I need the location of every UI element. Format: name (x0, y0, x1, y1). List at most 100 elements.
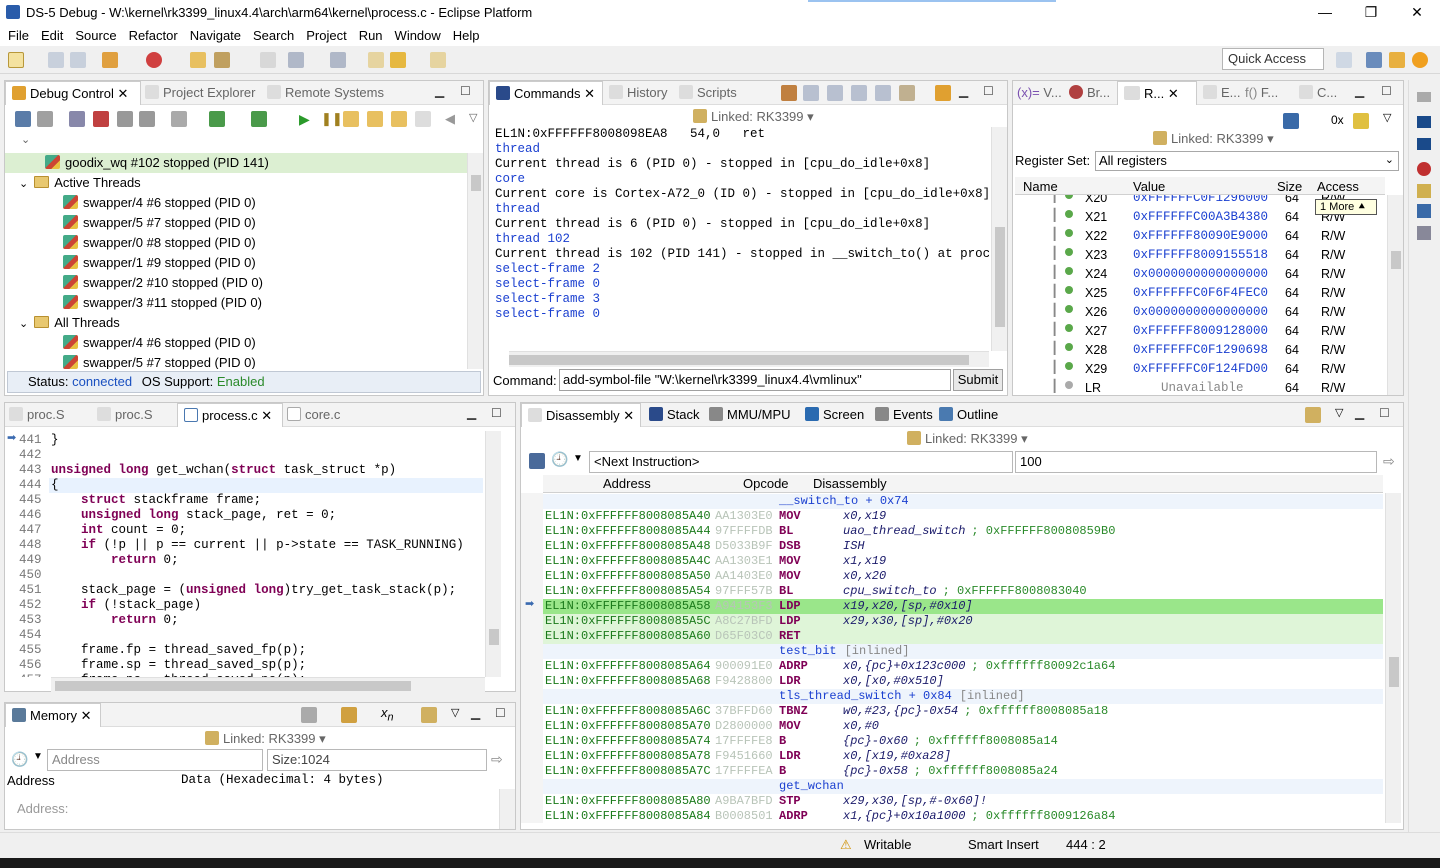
refresh-icon[interactable] (251, 111, 267, 127)
maximize-icon[interactable]: ☐ (1381, 84, 1392, 98)
tab-mmu[interactable]: MMU/MPU (709, 403, 791, 427)
minimize-icon[interactable]: ▁ (1355, 84, 1364, 98)
chevron-down-icon[interactable]: ▼ (573, 453, 583, 464)
tree-item[interactable]: swapper/5 #7 stopped (PID 0) (5, 353, 467, 369)
tab-core-c[interactable]: core.c (287, 403, 340, 427)
go-arrow-icon[interactable]: ⇨ (1383, 453, 1395, 470)
menu-project[interactable]: Project (300, 28, 352, 43)
connect-run-icon[interactable] (209, 111, 225, 127)
view-menu-icon[interactable]: ▽ (469, 111, 477, 124)
register-row[interactable]: ┃ X23 0xFFFFFF8009155518 64 R/W (1015, 246, 1385, 265)
disassembly-row[interactable]: EL1N:0xFFFFFF8008085A50 AA1403E0 MOV x0,x20 (543, 569, 1383, 584)
menu-navigate[interactable]: Navigate (184, 28, 247, 43)
tab-registers[interactable]: R... ✕ (1117, 81, 1197, 105)
tool-icon[interactable] (214, 52, 230, 68)
linked-label[interactable]: Linked: RK3399 ▾ (1153, 131, 1274, 147)
disassembly-row[interactable]: EL1N:0xFFFFFF8008085A68 F9428800 LDR x0,[x0… (543, 674, 1383, 689)
register-row[interactable]: ┃ LR Unavailable 64 R/W (1015, 379, 1385, 395)
open-perspective-icon[interactable] (1336, 52, 1352, 68)
menu-source[interactable]: Source (69, 28, 122, 43)
maximize-icon[interactable]: ☐ (983, 84, 994, 98)
disassembly-row[interactable]: EL1N:0xFFFFFF8008085A78 F9451660 LDR x0,[x1… (543, 749, 1383, 764)
save-log-icon[interactable] (803, 85, 819, 101)
tab-debug-control[interactable]: Debug Control ✕ (5, 81, 141, 105)
restore-button[interactable]: ❐ (1348, 0, 1394, 24)
step-filter-icon[interactable] (171, 111, 187, 127)
disassembly-row[interactable]: EL1N:0xFFFFFF8008085A5C A8C27BFD LDP x29,x3… (543, 614, 1383, 629)
expand-chevron-icon[interactable]: ⌄ (19, 178, 28, 190)
tab-history[interactable]: History (609, 81, 667, 105)
disassembly-row[interactable]: EL1N:0xFFFFFF8008085A54 97FFF57B BL cpu_swi… (543, 584, 1383, 599)
tab-expressions[interactable]: E... (1203, 81, 1241, 105)
instruction-step-icon[interactable] (415, 111, 431, 127)
interrupt-icon[interactable]: ❚❚ (321, 111, 343, 127)
tab-proc-s-1[interactable]: proc.S (9, 403, 65, 427)
view-menu-icon[interactable]: ▽ (451, 706, 459, 719)
info-icon[interactable] (1417, 204, 1431, 218)
disassembly-row[interactable]: EL1N:0xFFFFFF8008085A60 D65F03C0 RET (543, 629, 1383, 644)
tab-process-c[interactable]: process.c ✕ (177, 403, 283, 427)
register-row[interactable]: ┃ X25 0xFFFFFFC0F6F4FEC0 64 R/W (1015, 284, 1385, 303)
tab-outline[interactable]: Outline (939, 403, 998, 427)
back-icon[interactable] (390, 52, 406, 68)
tree-item[interactable]: swapper/4 #6 stopped (PID 0) (5, 333, 467, 353)
tree-scrollbar[interactable] (467, 153, 483, 369)
menu-search[interactable]: Search (247, 28, 300, 43)
instruction-count-input[interactable]: 100 (1015, 451, 1377, 473)
collapse-arrow-icon[interactable]: ◀ (445, 111, 455, 127)
disassembly-row[interactable]: EL1N:0xFFFFFF8008085A6C 37BFFD60 TBNZ w0,#2… (543, 704, 1383, 719)
perspective-icon[interactable] (1366, 52, 1382, 68)
register-row[interactable]: ┃ X27 0xFFFFFF8009128000 64 R/W (1015, 322, 1385, 341)
disconnect-icon[interactable] (93, 111, 109, 127)
quick-access-input[interactable]: Quick Access (1222, 48, 1324, 70)
address-input[interactable]: Address (47, 749, 263, 771)
link-pin-icon[interactable] (421, 707, 437, 723)
maximize-icon[interactable]: ☐ (495, 706, 506, 720)
disassembly-row[interactable]: EL1N:0xFFFFFF8008085A48 D5033B9F DSB ISH (543, 539, 1383, 554)
forward-icon[interactable] (430, 52, 446, 68)
step-over-icon[interactable] (367, 111, 383, 127)
terminal-icon[interactable] (1417, 116, 1431, 128)
debug-perspective-icon[interactable] (1389, 52, 1405, 68)
connect-target-icon[interactable] (69, 111, 85, 127)
collapse-icon[interactable] (15, 111, 31, 127)
save-icon[interactable] (48, 52, 64, 68)
disassembly-row[interactable]: EL1N:0xFFFFFF8008085A4C AA1303E1 MOV x1,x19 (543, 554, 1383, 569)
error-icon[interactable] (1417, 162, 1431, 176)
minimize-button[interactable]: — (1302, 0, 1348, 24)
back-history-icon[interactable] (368, 52, 384, 68)
tab-commands[interactable]: Commands ✕ (489, 81, 603, 105)
log-scrollbar-v[interactable] (991, 127, 1007, 351)
link-pin-icon[interactable] (1305, 407, 1321, 423)
minimize-icon[interactable]: ▁ (959, 84, 968, 98)
connect-icon[interactable] (146, 52, 162, 68)
register-row[interactable]: ┃ X22 0xFFFFFF80090E9000 64 R/W (1015, 227, 1385, 246)
menu-run[interactable]: Run (353, 28, 389, 43)
go-arrow-icon[interactable]: ⇨ (491, 751, 503, 768)
close-button[interactable]: ✕ (1394, 0, 1440, 24)
disassembly-row[interactable]: EL1N:0xFFFFFF8008085A64 900091E0 ADRP x0,{p… (543, 659, 1383, 674)
hex-format-icon[interactable]: 0x (1331, 113, 1344, 127)
memory-scrollbar[interactable] (499, 789, 515, 829)
pen-icon[interactable] (260, 52, 276, 68)
tools-icon[interactable] (1417, 226, 1431, 240)
history-icon[interactable]: 🕘 (11, 751, 28, 768)
editor-scrollbar-h[interactable] (51, 677, 485, 693)
expand-chevron-icon[interactable]: ⌄ (19, 318, 28, 330)
minimize-icon[interactable]: ▁ (1355, 406, 1364, 420)
tab-scripts[interactable]: Scripts (679, 81, 737, 105)
format-icon[interactable] (341, 707, 357, 723)
tab-screen[interactable]: Screen (805, 403, 864, 427)
columns-icon[interactable] (301, 707, 317, 723)
run-script-icon[interactable] (781, 85, 797, 101)
linked-label[interactable]: Linked: RK3399 ▾ (907, 431, 1028, 447)
tab-breakpoints[interactable]: Br... (1069, 81, 1110, 105)
minimize-icon[interactable]: ▁ (471, 706, 480, 720)
next-annotation-icon[interactable] (330, 52, 346, 68)
disassembly-row[interactable]: EL1N:0xFFFFFF8008085A7C 17FFFFEA B {pc}-0x5… (543, 764, 1383, 779)
disassembly-listing[interactable]: __switch_to + 0x74 EL1N:0xFFFFFF8008085A4… (543, 493, 1383, 823)
tree-expand-icon[interactable]: ⌄ (21, 133, 30, 146)
view-menu-icon[interactable]: ▽ (1383, 111, 1391, 124)
tooltip-more[interactable]: 1 More ⯅ (1315, 199, 1377, 215)
tab-events[interactable]: Events (875, 403, 933, 427)
